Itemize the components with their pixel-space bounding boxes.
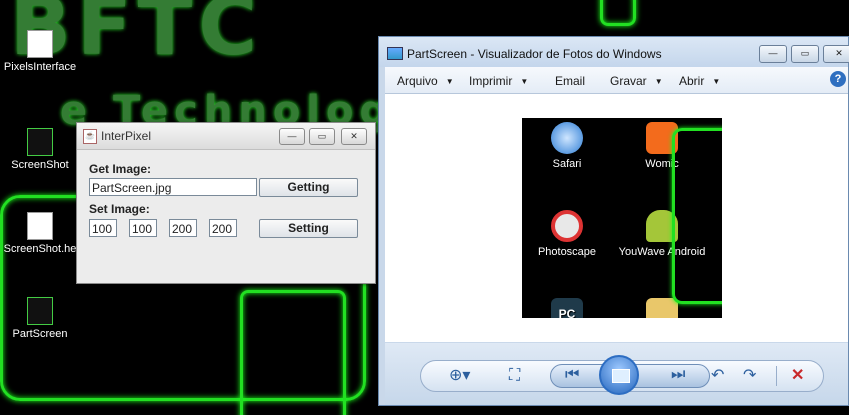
set-image-label: Set Image: (89, 202, 150, 216)
get-image-field[interactable]: PartScreen.jpg (89, 178, 257, 196)
partscreen-app-icon (27, 297, 53, 325)
set-x-field[interactable]: 100 (89, 219, 117, 237)
minimize-button[interactable]: — (279, 128, 305, 145)
menu-email[interactable]: Email (555, 74, 585, 88)
photo-viewer-window: PartScreen - Visualizador de Fotos do Wi… (378, 36, 849, 406)
folder-icon (646, 298, 678, 318)
slideshow-button[interactable] (599, 355, 639, 395)
desktop-icon-screenshot-he[interactable]: ScreenShot.he (0, 212, 80, 255)
minimize-button[interactable]: — (759, 45, 787, 63)
desktop-icon-pixelsinterface[interactable]: PixelsInterface (0, 30, 80, 73)
rotate-right-icon[interactable]: ↷ (743, 367, 756, 385)
viewer-toolbar: ⊕▾ ⛶ ⏮ ⏭ ↶ ↷ ✕ (385, 343, 848, 405)
next-icon[interactable]: ⏭ (671, 366, 685, 384)
delete-icon[interactable]: ✕ (791, 367, 804, 385)
rotate-left-icon[interactable]: ↶ (711, 367, 724, 385)
neon-decoration (672, 128, 722, 304)
file-icon (27, 212, 53, 240)
desktop-icon-partscreen[interactable]: PartScreen (0, 297, 80, 340)
photoscape-icon (551, 210, 583, 242)
desktop-icon-screenshot[interactable]: ScreenShot (0, 128, 80, 171)
wallpaper-line (600, 0, 636, 26)
java-icon: ☕ (83, 129, 97, 144)
window-title: PartScreen - Visualizador de Fotos do Wi… (407, 47, 662, 61)
menu-abrir[interactable]: Abrir ▼ (679, 74, 720, 88)
photo-item-label: Safari (552, 158, 582, 170)
menu-label: Gravar (610, 74, 647, 88)
screenshot-app-icon (27, 128, 53, 156)
menu-arquivo[interactable]: Arquivo ▼ (397, 74, 454, 88)
desktop-icon-label: ScreenShot (11, 159, 69, 171)
photo-item-safari: Safari (522, 122, 612, 170)
photo-item-pc: PC (522, 298, 612, 318)
chevron-down-icon: ▼ (712, 77, 721, 86)
set-height-field[interactable]: 200 (209, 219, 237, 237)
menu-label: Email (555, 74, 586, 88)
photo-item-photoscape: Photoscape (522, 210, 612, 258)
help-icon[interactable]: ? (830, 71, 846, 87)
title-bar[interactable]: PartScreen - Visualizador de Fotos do Wi… (379, 37, 849, 67)
menu-label: Arquivo (397, 74, 438, 88)
controls-pill: ⊕▾ ⛶ ⏮ ⏭ ↶ ↷ ✕ (420, 355, 824, 395)
wallpaper-line (240, 290, 346, 415)
title-bar[interactable]: ☕ InterPixel — ▭ ✕ (77, 123, 375, 150)
photo-viewer-icon (387, 47, 403, 60)
zoom-icon[interactable]: ⊕▾ (449, 367, 470, 385)
menu-imprimir[interactable]: Imprimir ▼ (469, 74, 528, 88)
interpixel-window: ☕ InterPixel — ▭ ✕ Get Image: PartScreen… (76, 122, 376, 284)
slideshow-icon (612, 369, 630, 383)
image-canvas[interactable]: Safari Womic Photoscape YouWave Android … (385, 94, 848, 342)
get-image-label: Get Image: (89, 162, 152, 176)
previous-icon[interactable]: ⏮ (565, 366, 579, 384)
fit-window-icon[interactable]: ⛶ (509, 367, 520, 385)
chevron-down-icon: ▼ (654, 77, 663, 86)
menu-gravar[interactable]: Gravar ▼ (610, 74, 663, 88)
pc-icon: PC (551, 298, 583, 318)
chevron-down-icon: ▼ (445, 77, 454, 86)
photo-item-label: Photoscape (537, 246, 597, 258)
maximize-button[interactable]: ▭ (791, 45, 819, 63)
close-button[interactable]: ✕ (341, 128, 367, 145)
displayed-photo: Safari Womic Photoscape YouWave Android … (522, 118, 722, 318)
window-title: InterPixel (101, 129, 152, 143)
maximize-button[interactable]: ▭ (309, 128, 335, 145)
menu-bar: Arquivo ▼ Imprimir ▼ Email Gravar ▼ Abrir ▼ … (385, 67, 848, 94)
toolbar-divider (776, 366, 777, 386)
desktop-icon-label: PixelsInterface (3, 61, 77, 73)
close-button[interactable]: ✕ (823, 45, 849, 63)
safari-icon (551, 122, 583, 154)
setting-button[interactable]: Setting (259, 219, 358, 238)
menu-label: Abrir (679, 74, 705, 88)
java-file-icon (27, 30, 53, 58)
desktop-icon-label: ScreenShot.he (3, 243, 77, 255)
desktop-icon-label: PartScreen (12, 328, 68, 340)
chevron-down-icon: ▼ (520, 77, 529, 86)
set-y-field[interactable]: 100 (129, 219, 157, 237)
menu-label: Imprimir (469, 74, 513, 88)
set-width-field[interactable]: 200 (169, 219, 197, 237)
getting-button[interactable]: Getting (259, 178, 358, 197)
